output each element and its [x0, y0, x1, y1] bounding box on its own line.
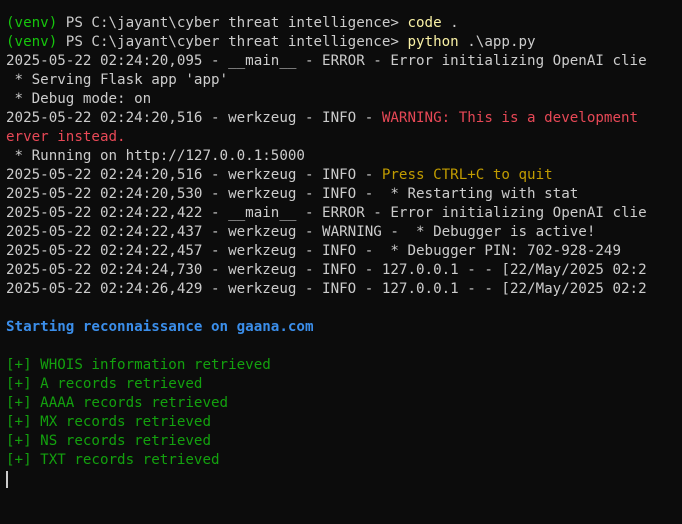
- log-line: * Running on http://127.0.0.1:5000: [6, 148, 305, 164]
- log-line: * Debug mode: on: [6, 91, 152, 107]
- text-cursor: [6, 471, 8, 488]
- command-args: .: [441, 15, 459, 31]
- log-prefix: 2025-05-22 02:24:20,516 - werkzeug - INF…: [6, 167, 382, 183]
- log-prefix: 2025-05-22 02:24:20,516 - werkzeug - INF…: [6, 110, 382, 126]
- prompt-path: PS C:\jayant\cyber threat intelligence>: [57, 34, 408, 50]
- log-line: * Serving Flask app 'app': [6, 72, 229, 88]
- venv-label: (venv): [6, 34, 58, 50]
- quit-hint: Press CTRL+C to quit: [381, 167, 553, 183]
- warning-continuation: erver instead.: [6, 129, 126, 145]
- log-line: 2025-05-22 02:24:22,437 - werkzeug - WAR…: [6, 224, 596, 240]
- prompt-line-python: (venv) PS C:\jayant\cyber threat intelli…: [6, 33, 682, 52]
- warning-text: WARNING: This is a development: [381, 110, 639, 126]
- log-line: 2025-05-22 02:24:20,095 - __main__ - ERR…: [6, 53, 647, 69]
- recon-result: [+] TXT records retrieved: [6, 452, 220, 468]
- log-line: 2025-05-22 02:24:20,530 - werkzeug - INF…: [6, 186, 579, 202]
- log-line: 2025-05-22 02:24:20,516 - werkzeug - INF…: [6, 109, 682, 128]
- recon-result: [+] A records retrieved: [6, 376, 203, 392]
- recon-result: [+] AAAA records retrieved: [6, 395, 229, 411]
- log-line: 2025-05-22 02:24:22,422 - __main__ - ERR…: [6, 205, 647, 221]
- log-line: 2025-05-22 02:24:22,457 - werkzeug - INF…: [6, 243, 621, 259]
- log-line: 2025-05-22 02:24:26,429 - werkzeug - INF…: [6, 281, 647, 297]
- log-line: 2025-05-22 02:24:24,730 - werkzeug - INF…: [6, 262, 647, 278]
- prompt-path: PS C:\jayant\cyber threat intelligence>: [57, 15, 408, 31]
- terminal-window[interactable]: (venv) PS C:\jayant\cyber threat intelli…: [0, 0, 682, 524]
- command-name: code: [407, 15, 442, 31]
- recon-result: [+] WHOIS information retrieved: [6, 357, 271, 373]
- recon-result: [+] NS records retrieved: [6, 433, 211, 449]
- command-args: .\app.py: [458, 34, 536, 50]
- venv-label: (venv): [6, 15, 58, 31]
- command-name: python: [407, 34, 459, 50]
- recon-heading: Starting reconnaissance on gaana.com: [6, 319, 314, 335]
- prompt-line-code: (venv) PS C:\jayant\cyber threat intelli…: [6, 14, 682, 33]
- recon-result: [+] MX records retrieved: [6, 414, 211, 430]
- log-line: 2025-05-22 02:24:20,516 - werkzeug - INF…: [6, 166, 682, 185]
- input-line[interactable]: [6, 470, 682, 489]
